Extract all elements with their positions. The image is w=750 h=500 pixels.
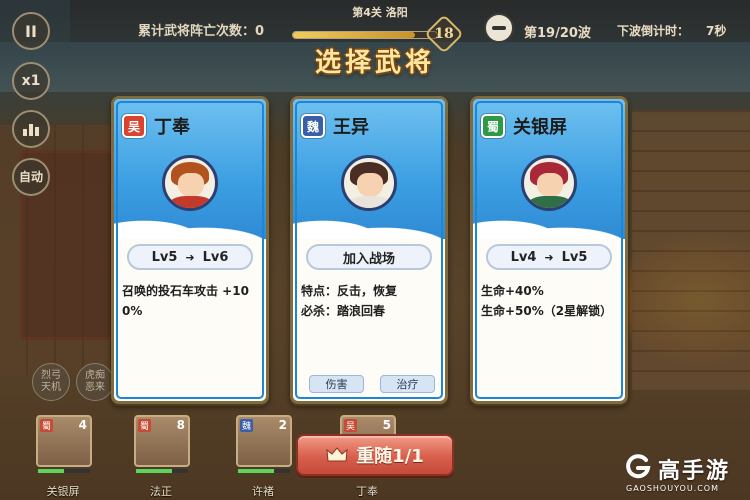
tile-faction: 魏 — [240, 419, 254, 432]
tile-name: 关银屏 — [46, 485, 80, 498]
bar-chart-icon — [23, 124, 39, 136]
bench-slot[interactable]: 虎痴恶来 — [76, 363, 114, 401]
wave-progress-bar — [292, 31, 438, 39]
level-to: Lv6 — [202, 249, 229, 265]
tile-faction: 蜀 — [40, 419, 54, 432]
desc-line: 生命+50%（2星解锁） — [481, 304, 613, 318]
death-count: 累计武将阵亡次数：0 — [138, 24, 265, 39]
card-description: 召唤的投石车攻击 +10 0% — [122, 281, 262, 321]
modal-title: 选择武将 — [314, 48, 435, 78]
countdown-label: 下波倒计时： — [617, 24, 690, 38]
hero-name: 关银屏 — [513, 117, 567, 138]
level-from: Lv4 — [510, 249, 537, 265]
auto-label: 自动 — [18, 170, 43, 184]
roster-tile[interactable]: 蜀 4 — [36, 415, 92, 473]
level-upgrade-pill: Lv4 ➜ Lv5 — [486, 244, 612, 270]
faction-badge: 吴 — [122, 114, 146, 138]
role-tag-damage: 伤害 — [309, 375, 364, 393]
desc-line: 必杀：踏浪回春 — [301, 304, 386, 318]
tile-hp-fill — [136, 469, 173, 473]
tile-faction: 蜀 — [138, 419, 152, 432]
enemy-skull-icon — [484, 13, 514, 43]
tile-hp-fill — [238, 469, 275, 473]
level-from: Lv5 — [151, 249, 178, 265]
tile-faction: 吴 — [344, 419, 358, 432]
watermark-url: GAOSHOUYOU.COM — [626, 484, 720, 493]
portrait-face — [537, 173, 563, 197]
arrow-right-icon: ➜ — [544, 250, 554, 264]
roster-tile[interactable]: 魏 2 — [236, 415, 292, 473]
hero-card-wangyi[interactable]: 魏 王异 加入战场 特点：反击，恢复 必杀：踏浪回春 伤害 治疗 — [290, 96, 448, 404]
tile-level: 8 — [176, 418, 185, 432]
watermark-name: 高手游 — [658, 459, 731, 484]
wave-counter: 第19/20波 — [524, 26, 591, 41]
role-tag-heal: 治疗 — [380, 375, 435, 393]
bench-slot-label: 虎痴恶来 — [85, 370, 105, 393]
portrait-face — [357, 173, 383, 197]
reroll-button[interactable]: 重随1/1 — [296, 434, 454, 476]
card-header: 吴 丁奉 — [122, 113, 190, 139]
auto-button[interactable]: 自动 — [12, 158, 50, 196]
desc-line: 0% — [122, 304, 143, 318]
hero-card-dingfeng[interactable]: 吴 丁奉 Lv5 ➜ Lv6 召唤的投石车攻击 +10 0% — [111, 96, 269, 404]
bench-slot[interactable]: 烈弓天机 — [32, 363, 70, 401]
progress-marker-number: 18 — [434, 26, 454, 42]
hero-name: 王异 — [333, 117, 369, 138]
roster-tile[interactable]: 蜀 8 — [134, 415, 190, 473]
wave-progress-fill — [293, 32, 416, 38]
faction-badge: 蜀 — [481, 114, 505, 138]
tile-level: 4 — [78, 418, 87, 432]
desc-line: 召唤的投石车攻击 +10 — [122, 284, 249, 298]
bench-slot-label: 烈弓天机 — [41, 370, 61, 393]
hero-name: 丁奉 — [154, 117, 190, 138]
desc-line: 生命+40% — [481, 284, 544, 298]
level-to: Lv5 — [561, 249, 588, 265]
role-tags: 伤害 治疗 — [309, 375, 435, 393]
tile-hp-bar — [136, 469, 188, 473]
tile-level: 2 — [278, 418, 287, 432]
stage-label: 第4关 洛阳 — [352, 6, 408, 19]
pause-icon: II — [25, 21, 37, 41]
brand-logo-icon — [626, 454, 651, 479]
card-header: 魏 王异 — [301, 113, 369, 139]
hero-portrait-avatar — [521, 155, 577, 211]
card-header: 蜀 关银屏 — [481, 113, 567, 139]
hero-portrait-avatar — [162, 155, 218, 211]
join-battle-pill: 加入战场 — [306, 244, 432, 270]
tile-hp-fill — [38, 469, 64, 473]
portrait-face — [178, 173, 204, 197]
arrow-right-icon: ➜ — [185, 250, 195, 264]
card-description: 特点：反击，恢复 必杀：踏浪回春 — [301, 281, 441, 321]
crown-icon — [326, 447, 348, 462]
desc-line: 特点：反击，恢复 — [301, 284, 398, 298]
tile-name: 法正 — [150, 485, 172, 498]
hero-card-guanyinping[interactable]: 蜀 关银屏 Lv4 ➜ Lv5 生命+40% 生命+50%（2星解锁） — [470, 96, 628, 404]
tile-hp-bar — [38, 469, 90, 473]
join-battle-label: 加入战场 — [342, 251, 395, 267]
tile-name: 许褚 — [252, 485, 274, 498]
level-upgrade-pill: Lv5 ➜ Lv6 — [127, 244, 253, 270]
card-description: 生命+40% 生命+50%（2星解锁） — [481, 281, 621, 321]
watermark: 高手游 GAOSHOUYOU.COM — [616, 452, 750, 500]
hero-portrait-avatar — [341, 155, 397, 211]
stats-button[interactable] — [12, 110, 50, 148]
tile-hp-bar — [238, 469, 290, 473]
faction-badge: 魏 — [301, 114, 325, 138]
tile-level: 5 — [382, 418, 391, 432]
countdown-value: 7秒 — [706, 24, 727, 38]
reroll-label: 重随1/1 — [356, 446, 424, 467]
tile-name: 丁奉 — [356, 485, 378, 498]
